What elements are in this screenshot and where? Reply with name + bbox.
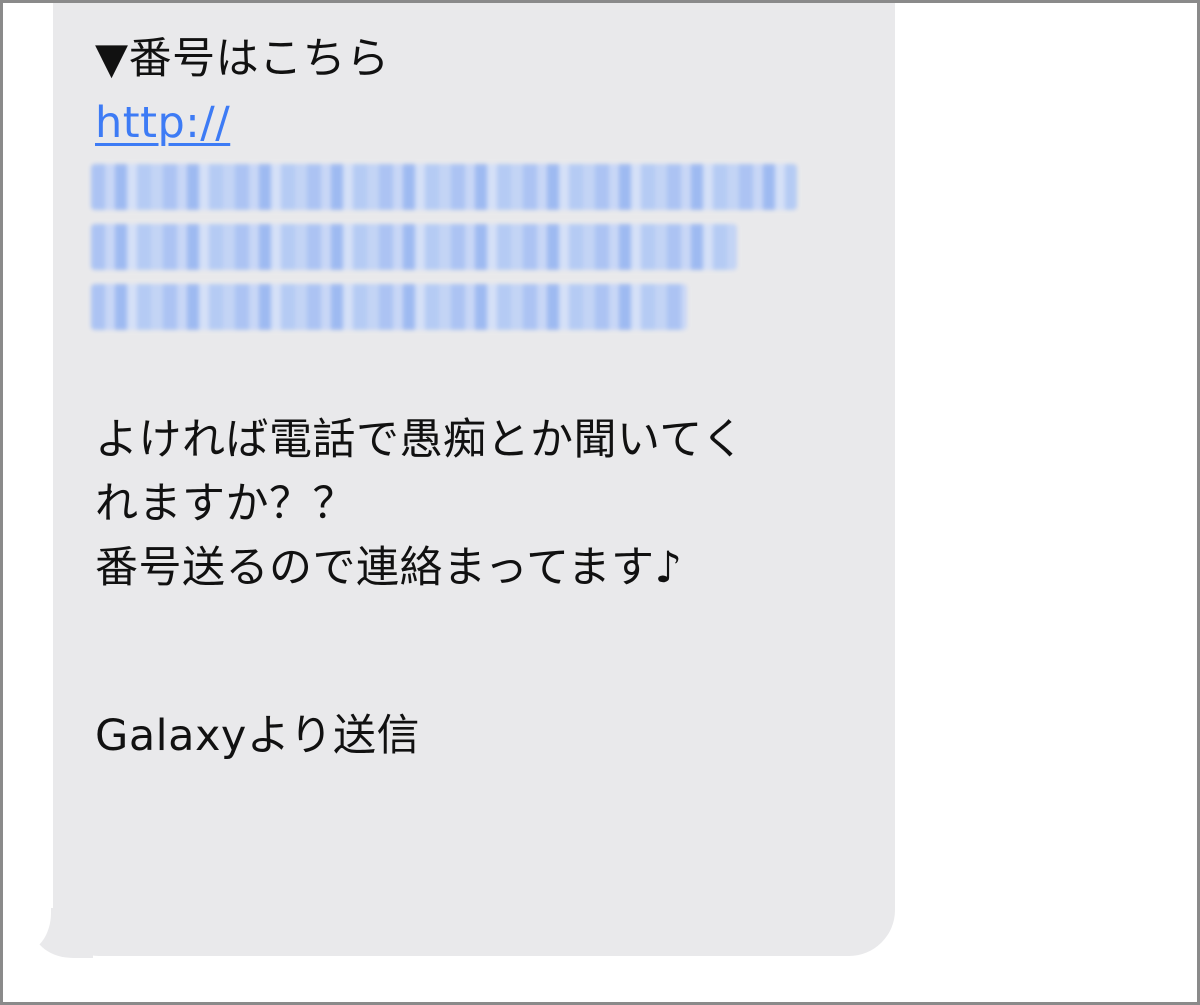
message-body-line-2: れますか？？ — [95, 479, 356, 529]
message-body-line-3: 番号送るので連絡まってます♪ — [95, 543, 683, 593]
pixelated-url-segment-1[interactable] — [91, 164, 797, 210]
message-content: ▼番号はこちら http:// よければ電話で愚痴とか聞いてく れますか？？ 番… — [91, 27, 875, 768]
link-line: http:// — [95, 91, 875, 155]
message-signature: Galaxyより送信 — [95, 711, 421, 761]
message-body-line-1: よければ電話で愚痴とか聞いてく — [95, 415, 745, 465]
message-line-number-heading: ▼番号はこちら — [95, 34, 390, 84]
screenshot-frame: ▼番号はこちら http:// よければ電話で愚痴とか聞いてく れますか？？ 番… — [0, 0, 1200, 1005]
pixelated-url-segment-3[interactable] — [91, 284, 687, 330]
pixelated-url-segment-2[interactable] — [91, 224, 737, 270]
message-link[interactable]: http:// — [95, 98, 230, 148]
